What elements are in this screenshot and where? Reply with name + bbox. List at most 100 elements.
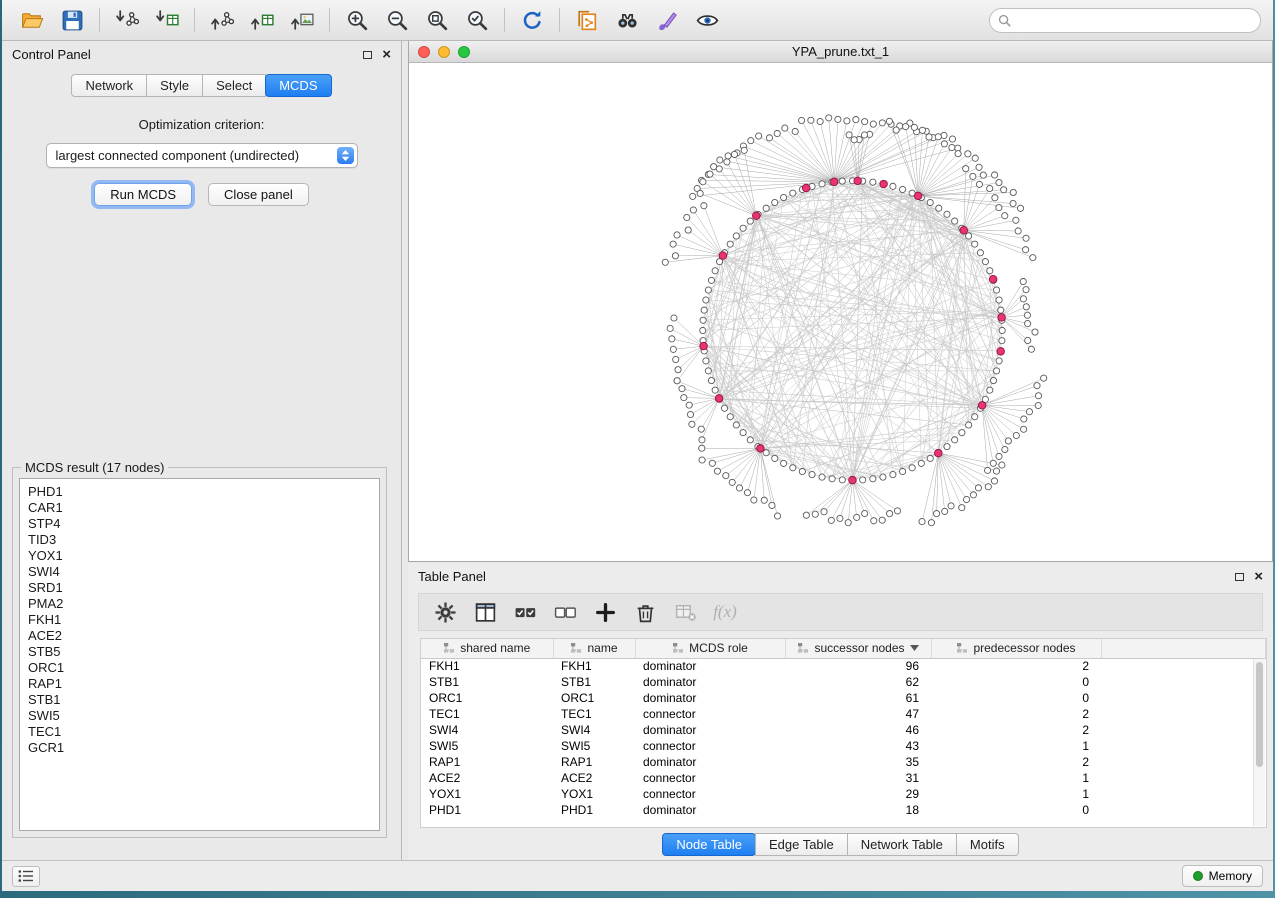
tab-style[interactable]: Style <box>146 74 203 97</box>
cell-name[interactable]: PHD1 <box>553 802 635 818</box>
cell-mcds-role[interactable]: dominator <box>635 754 785 770</box>
memory-button[interactable]: Memory <box>1182 865 1263 887</box>
cell-name[interactable]: TEC1 <box>553 706 635 722</box>
cell-shared-name[interactable]: RAP1 <box>421 754 553 770</box>
delete-row-button[interactable] <box>629 597 661 627</box>
mcds-result-item[interactable]: TEC1 <box>28 724 379 740</box>
cell-name[interactable]: RAP1 <box>553 754 635 770</box>
cell-name[interactable]: FKH1 <box>553 658 635 674</box>
cell-name[interactable]: STB1 <box>553 674 635 690</box>
save-session-button[interactable] <box>54 5 90 35</box>
cell-predecessor-nodes[interactable]: 2 <box>931 722 1101 738</box>
apply-style-button[interactable] <box>649 5 685 35</box>
zoom-out-button[interactable] <box>379 5 415 35</box>
zoom-fit-button[interactable] <box>419 5 455 35</box>
cell-mcds-role[interactable]: connector <box>635 770 785 786</box>
cell-successor-nodes[interactable]: 47 <box>785 706 931 722</box>
import-network-button[interactable] <box>109 5 145 35</box>
cell-mcds-role[interactable]: dominator <box>635 674 785 690</box>
run-mcds-button[interactable]: Run MCDS <box>94 183 192 206</box>
window-minimize-button[interactable] <box>438 46 450 58</box>
cell-name[interactable]: ORC1 <box>553 690 635 706</box>
cell-successor-nodes[interactable]: 62 <box>785 674 931 690</box>
table-row[interactable]: SWI5SWI5connector431 <box>421 738 1266 754</box>
column-header-name[interactable]: name <box>553 639 635 658</box>
network-canvas[interactable] <box>409 63 1272 561</box>
network-window-titlebar[interactable]: YPA_prune.txt_1 <box>409 41 1272 63</box>
cell-successor-nodes[interactable]: 43 <box>785 738 931 754</box>
cell-successor-nodes[interactable]: 29 <box>785 786 931 802</box>
cell-predecessor-nodes[interactable]: 0 <box>931 674 1101 690</box>
column-header-predecessor-nodes[interactable]: predecessor nodes <box>931 639 1101 658</box>
network-graph[interactable] <box>409 63 1272 561</box>
table-row[interactable]: SWI4SWI4dominator462 <box>421 722 1266 738</box>
cell-predecessor-nodes[interactable]: 2 <box>931 706 1101 722</box>
table-row[interactable]: PHD1PHD1dominator180 <box>421 802 1266 818</box>
close-panel-button[interactable]: Close panel <box>208 183 309 206</box>
cell-mcds-role[interactable]: dominator <box>635 658 785 674</box>
cell-predecessor-nodes[interactable]: 1 <box>931 786 1101 802</box>
mcds-result-item[interactable]: ORC1 <box>28 660 379 676</box>
cell-shared-name[interactable]: PHD1 <box>421 802 553 818</box>
control-panel-close-button[interactable]: × <box>382 50 391 60</box>
mcds-result-item[interactable]: ACE2 <box>28 628 379 644</box>
cell-predecessor-nodes[interactable]: 2 <box>931 754 1101 770</box>
cell-mcds-role[interactable]: dominator <box>635 722 785 738</box>
table-tab-network-table[interactable]: Network Table <box>847 833 957 856</box>
cell-mcds-role[interactable]: connector <box>635 786 785 802</box>
control-panel-float-button[interactable] <box>363 51 372 59</box>
table-tab-motifs[interactable]: Motifs <box>956 833 1019 856</box>
deselect-all-button[interactable] <box>549 597 581 627</box>
cell-predecessor-nodes[interactable]: 1 <box>931 738 1101 754</box>
mcds-result-item[interactable]: STB1 <box>28 692 379 708</box>
mcds-result-item[interactable]: SWI4 <box>28 564 379 580</box>
mcds-result-item[interactable]: CAR1 <box>28 500 379 516</box>
table-row[interactable]: YOX1YOX1connector291 <box>421 786 1266 802</box>
table-tab-node-table[interactable]: Node Table <box>662 833 756 856</box>
cell-shared-name[interactable]: ORC1 <box>421 690 553 706</box>
export-network-button[interactable] <box>204 5 240 35</box>
cell-successor-nodes[interactable]: 96 <box>785 658 931 674</box>
table-row[interactable]: FKH1FKH1dominator962 <box>421 658 1266 674</box>
cell-predecessor-nodes[interactable]: 1 <box>931 770 1101 786</box>
mcds-result-item[interactable]: SRD1 <box>28 580 379 596</box>
export-table-button[interactable] <box>244 5 280 35</box>
table-tab-edge-table[interactable]: Edge Table <box>755 833 848 856</box>
table-row[interactable]: ORC1ORC1dominator610 <box>421 690 1266 706</box>
zoom-selected-button[interactable] <box>459 5 495 35</box>
cell-shared-name[interactable]: SWI4 <box>421 722 553 738</box>
window-close-button[interactable] <box>418 46 430 58</box>
cell-mcds-role[interactable]: dominator <box>635 690 785 706</box>
table-row[interactable]: STB1STB1dominator620 <box>421 674 1266 690</box>
table-row[interactable]: TEC1TEC1connector472 <box>421 706 1266 722</box>
zoom-in-button[interactable] <box>339 5 375 35</box>
cell-successor-nodes[interactable]: 61 <box>785 690 931 706</box>
tab-mcds[interactable]: MCDS <box>265 74 331 97</box>
cell-mcds-role[interactable]: connector <box>635 706 785 722</box>
table-panel-close-button[interactable]: × <box>1254 572 1263 582</box>
cell-predecessor-nodes[interactable]: 0 <box>931 802 1101 818</box>
table-row[interactable]: RAP1RAP1dominator352 <box>421 754 1266 770</box>
refresh-layout-button[interactable] <box>514 5 550 35</box>
search-field[interactable] <box>989 8 1261 33</box>
cell-shared-name[interactable]: SWI5 <box>421 738 553 754</box>
cell-name[interactable]: SWI4 <box>553 722 635 738</box>
column-header-mcds-role[interactable]: MCDS role <box>635 639 785 658</box>
window-zoom-button[interactable] <box>458 46 470 58</box>
cell-predecessor-nodes[interactable]: 2 <box>931 658 1101 674</box>
mcds-result-item[interactable]: RAP1 <box>28 676 379 692</box>
cell-successor-nodes[interactable]: 31 <box>785 770 931 786</box>
add-row-button[interactable] <box>589 597 621 627</box>
column-header-shared-name[interactable]: shared name <box>421 639 553 658</box>
panel-selector-button[interactable] <box>12 866 40 887</box>
cell-predecessor-nodes[interactable]: 0 <box>931 690 1101 706</box>
mcds-result-list[interactable]: PHD1CAR1STP4TID3YOX1SWI4SRD1PMA2FKH1ACE2… <box>19 478 380 831</box>
export-image-button[interactable] <box>284 5 320 35</box>
select-all-button[interactable] <box>509 597 541 627</box>
cell-successor-nodes[interactable]: 18 <box>785 802 931 818</box>
cell-successor-nodes[interactable]: 35 <box>785 754 931 770</box>
cell-name[interactable]: ACE2 <box>553 770 635 786</box>
table-row[interactable]: ACE2ACE2connector311 <box>421 770 1266 786</box>
open-session-button[interactable] <box>14 5 50 35</box>
mcds-result-item[interactable]: SWI5 <box>28 708 379 724</box>
